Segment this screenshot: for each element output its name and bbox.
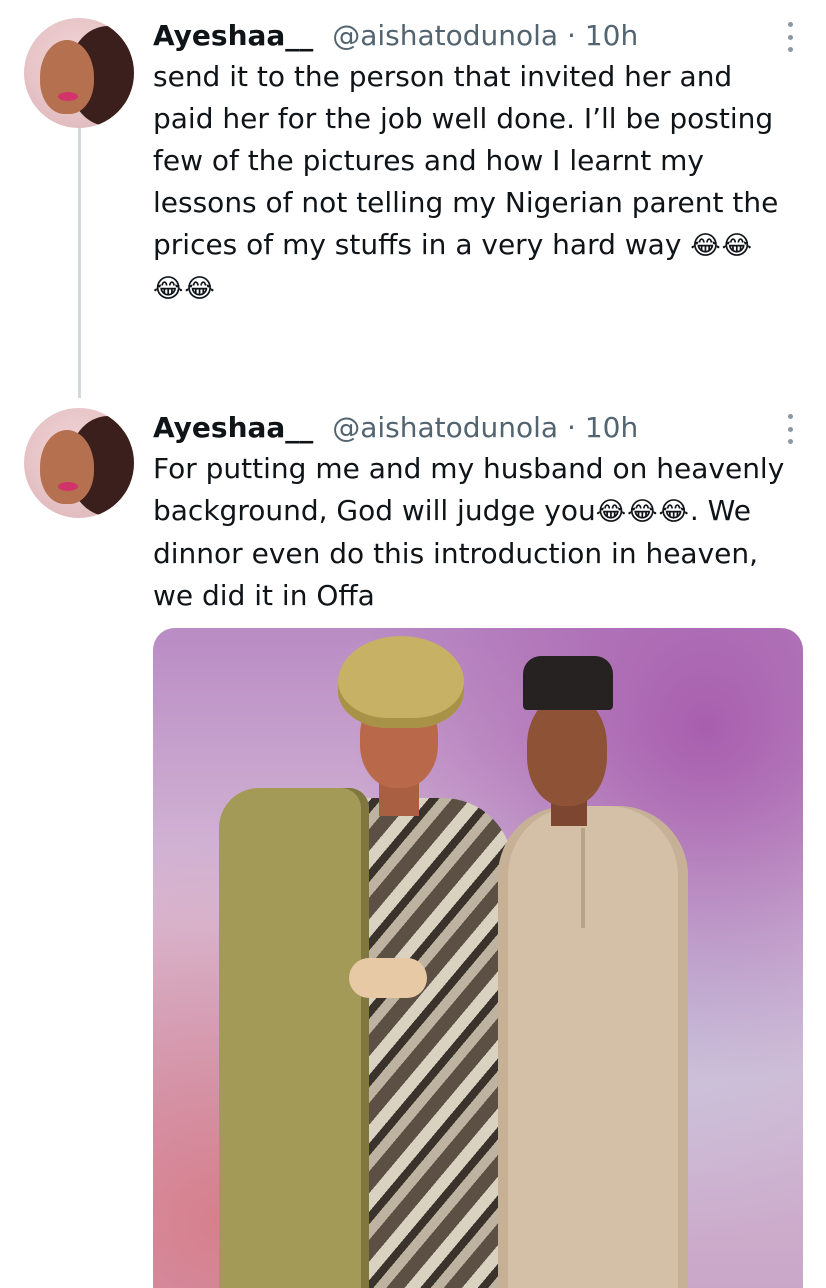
avatar-lips xyxy=(58,482,78,491)
tweet-line: prices of my stuffs in a very hard way 😂… xyxy=(153,224,803,267)
tweet-line-text: prices of my stuffs in a very hard way xyxy=(153,228,682,261)
avatar-lips xyxy=(58,92,78,101)
tweet[interactable]: Ayeshaa__ @aishatodunola · 10h send it t… xyxy=(0,0,826,400)
tweet-line-text: background, God will judge you xyxy=(153,494,596,527)
tweet-timestamp[interactable]: 10h xyxy=(585,19,638,52)
author-handle[interactable]: @aishatodunola xyxy=(332,411,558,444)
avatar-face xyxy=(40,40,94,114)
author-handle[interactable]: @aishatodunola xyxy=(332,19,558,52)
header-separator: · xyxy=(567,19,576,52)
clutch-purse xyxy=(349,958,427,998)
tweet-line: dinnor even do this introduction in heav… xyxy=(153,537,759,570)
tweet-text: For putting me and my husband on heavenl… xyxy=(153,448,803,617)
tweet-line: send it to the person that invited her a… xyxy=(153,60,733,93)
tweet-line-text: . We xyxy=(689,494,751,527)
author-name[interactable]: Ayeshaa__ xyxy=(153,19,313,52)
man-face xyxy=(527,696,607,806)
avatar[interactable] xyxy=(24,18,134,128)
tweet-photo[interactable] xyxy=(153,628,803,1288)
tweet-line: lessons of not telling my Nigerian paren… xyxy=(153,186,779,219)
author-name[interactable]: Ayeshaa__ xyxy=(153,411,313,444)
man-kaftan xyxy=(498,806,688,1288)
tweet-text: send it to the person that invited her a… xyxy=(153,56,803,310)
tweet-header: Ayeshaa__ @aishatodunola · 10h xyxy=(153,14,638,58)
laughing-emoji: 😂😂😂 xyxy=(595,497,690,527)
tweet-line: 😂😂 xyxy=(153,267,803,310)
tweet-header: Ayeshaa__ @aishatodunola · 10h xyxy=(153,406,638,450)
woman-wrapper-shawl xyxy=(219,788,369,1288)
laughing-emoji: 😂😂 xyxy=(690,231,754,261)
avatar-face xyxy=(40,430,94,504)
man-kaftan-placket xyxy=(581,828,585,928)
tweet-line: background, God will judge you😂😂😂. We xyxy=(153,490,803,533)
tweet-timestamp[interactable]: 10h xyxy=(585,411,638,444)
more-options-icon[interactable] xyxy=(784,414,796,444)
woman-headtie xyxy=(338,636,464,728)
tweet[interactable]: Ayeshaa__ @aishatodunola · 10h For putti… xyxy=(0,400,826,1288)
avatar[interactable] xyxy=(24,408,134,518)
tweet-line: For putting me and my husband on heavenl… xyxy=(153,452,785,485)
laughing-emoji: 😂😂 xyxy=(153,274,216,304)
tweet-line: few of the pictures and how I learnt my xyxy=(153,144,704,177)
man-cap xyxy=(523,656,613,710)
tweet-line: we did it in Offa xyxy=(153,579,375,612)
tweet-line: paid her for the job well done. I’ll be … xyxy=(153,102,774,135)
more-options-icon[interactable] xyxy=(784,22,796,52)
header-separator: · xyxy=(567,411,576,444)
